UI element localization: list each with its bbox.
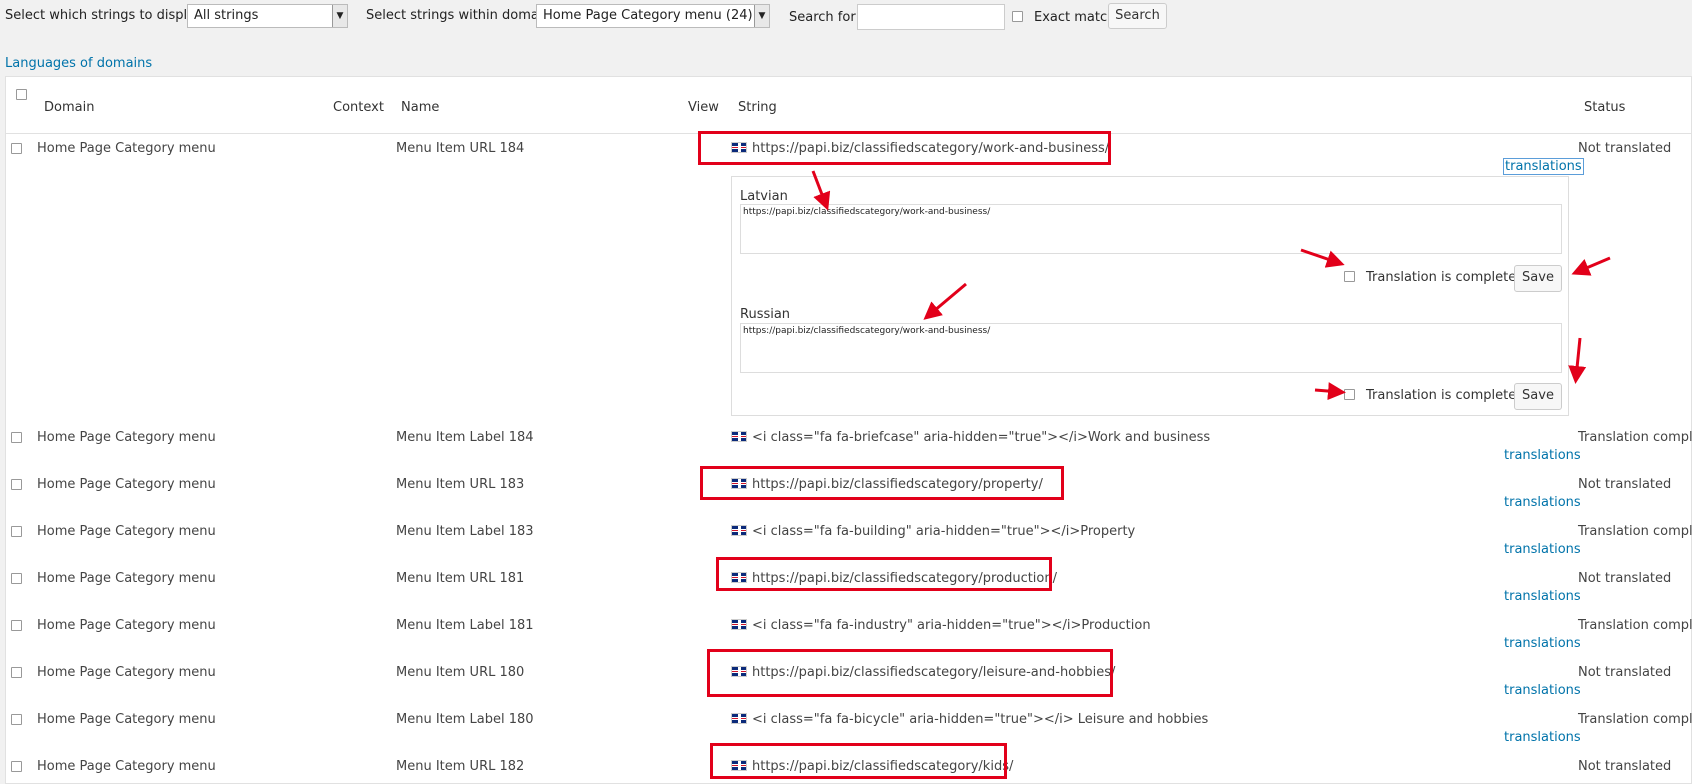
arrow-icon bbox=[811, 170, 831, 211]
arrow-icon bbox=[923, 282, 967, 320]
arrow-icon bbox=[1314, 382, 1346, 401]
arrow-icon bbox=[1571, 256, 1611, 276]
arrow-icon bbox=[1568, 337, 1587, 384]
arrow-icon bbox=[1300, 248, 1345, 268]
annotation-arrows bbox=[811, 170, 1611, 401]
